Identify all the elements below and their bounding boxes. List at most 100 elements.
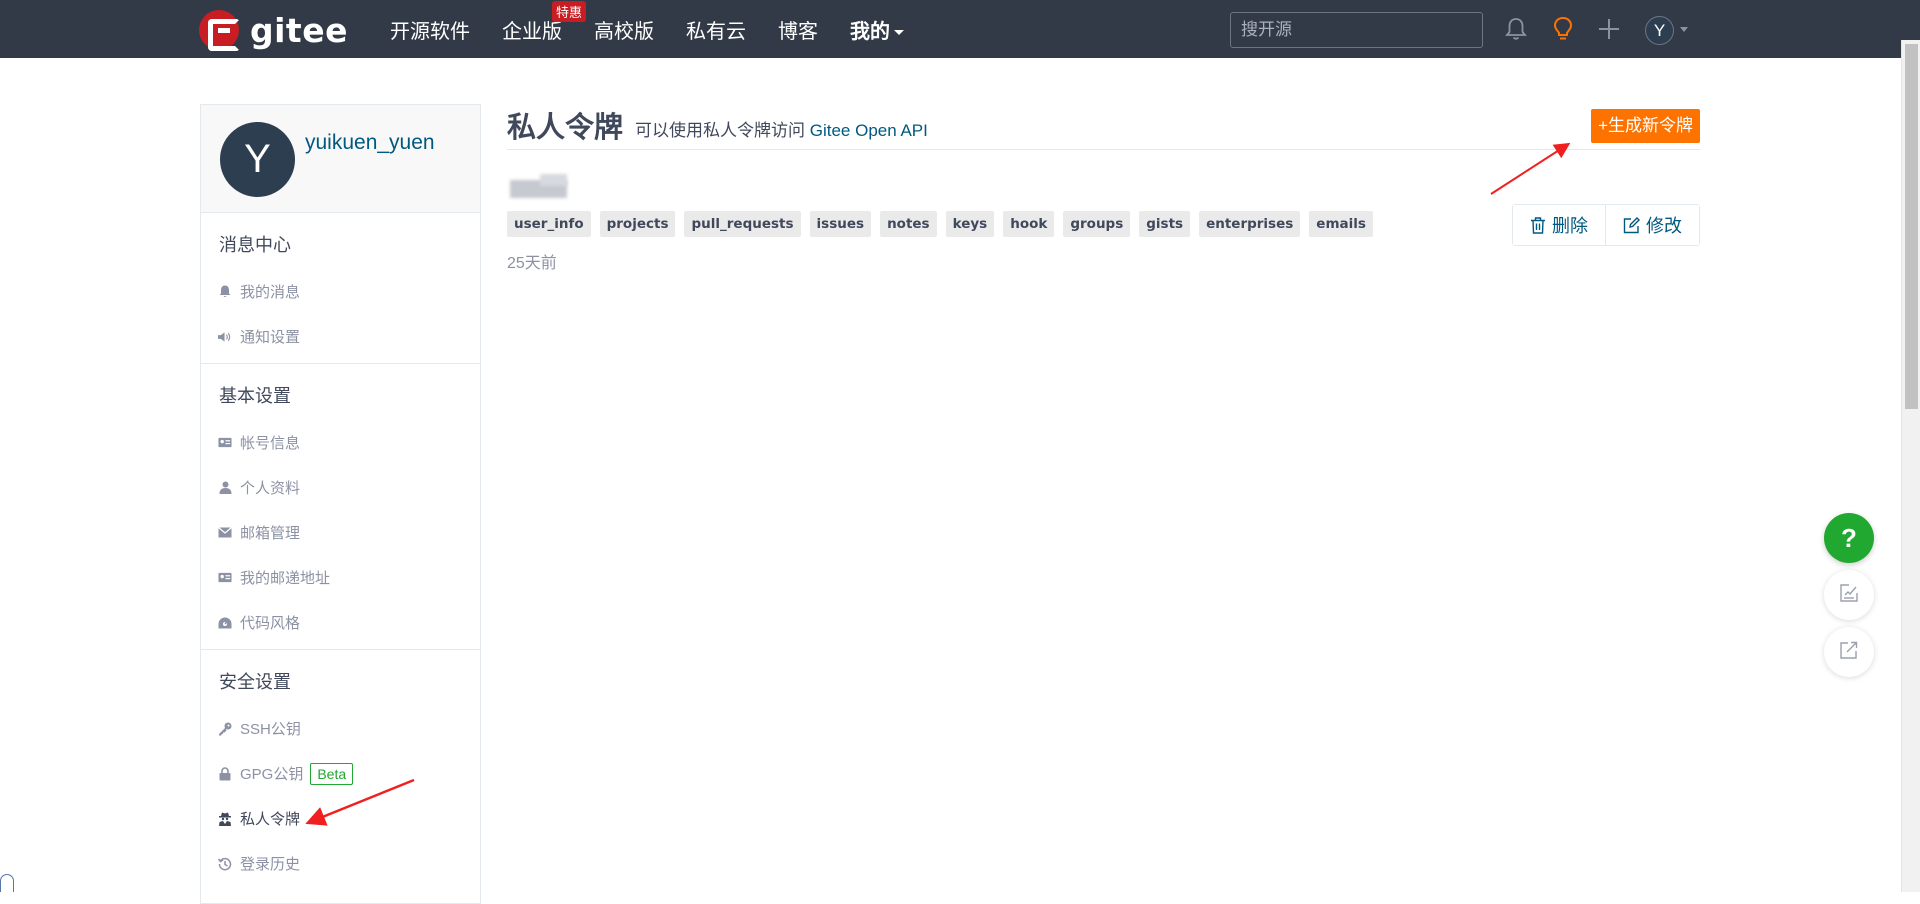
scope-tag: gists: [1139, 211, 1191, 237]
sidebar-item-label: GPG公钥: [240, 766, 304, 783]
open-api-link[interactable]: Gitee Open API: [810, 121, 928, 140]
gitee-logo-icon: [199, 10, 240, 51]
token-created-time: 25天前: [507, 255, 557, 272]
token-scopes: user_info projects pull_requests issues …: [507, 211, 1382, 237]
nav-label: 私有云: [686, 20, 746, 43]
generate-token-button[interactable]: +生成新令牌: [1591, 109, 1700, 143]
sidebar-item-login-history[interactable]: 登录历史: [201, 841, 480, 886]
sidebar-item-label: 帐号信息: [240, 435, 301, 452]
share-button[interactable]: [1824, 627, 1874, 677]
nav-item-education[interactable]: 高校版: [594, 15, 654, 44]
sidebar-item-my-messages[interactable]: 我的消息: [201, 269, 480, 314]
address-card-icon: [218, 571, 232, 585]
redaction-blur: [540, 174, 567, 186]
avatar[interactable]: Y: [220, 122, 295, 197]
nav-label: 博客: [778, 20, 818, 43]
search-input[interactable]: [1230, 12, 1483, 48]
avatar-initial: Y: [1653, 20, 1666, 40]
edit-token-button[interactable]: 修改: [1605, 205, 1699, 245]
nav-label: 企业版: [502, 20, 562, 43]
section-title: 安全设置: [219, 672, 291, 692]
nav-item-open-source[interactable]: 开源软件: [390, 15, 470, 44]
scope-tag: pull_requests: [684, 211, 801, 237]
settings-sidebar: Y yuikuen_yuen 消息中心 我的消息 通知设置 基本设置 帐号信息 …: [200, 104, 481, 904]
edit-icon: [1623, 216, 1640, 234]
subtitle-text: 可以使用私人令牌访问: [635, 121, 805, 140]
beta-badge: Beta: [310, 762, 354, 785]
sidebar-item-label: 通知设置: [240, 329, 301, 346]
scope-tag: projects: [599, 211, 676, 237]
section-title: 消息中心: [219, 235, 291, 255]
lightbulb-icon[interactable]: [1548, 14, 1578, 44]
main-nav: 开源软件 企业版 特惠 高校版 私有云 博客 我的: [390, 0, 936, 58]
bell-icon[interactable]: [1501, 14, 1531, 44]
key-icon: [218, 722, 232, 736]
nav-label: 我的: [850, 20, 890, 43]
sidebar-item-notification-settings[interactable]: 通知设置: [201, 314, 480, 359]
lock-icon: [218, 766, 232, 781]
scope-tag: hook: [1003, 211, 1055, 237]
sidebar-item-profile[interactable]: 个人资料: [201, 465, 480, 510]
delete-token-button[interactable]: 删除: [1513, 205, 1605, 245]
nav-item-enterprise[interactable]: 企业版 特惠: [502, 0, 587, 44]
palette-icon: [218, 616, 232, 630]
user-secret-icon: [218, 812, 232, 826]
id-card-icon: [218, 436, 232, 450]
token-name-redacted: [507, 172, 570, 200]
sidebar-item-label: 我的邮递地址: [240, 570, 331, 587]
gitee-logo[interactable]: gitee: [199, 10, 348, 51]
speaker-icon: [218, 330, 232, 344]
sidebar-item-gpg-keys[interactable]: GPG公钥 Beta: [201, 751, 480, 796]
sidebar-item-email[interactable]: 邮箱管理: [201, 510, 480, 555]
scope-tag: emails: [1309, 211, 1373, 237]
trash-icon: [1530, 216, 1546, 234]
token-actions: 删除 修改: [1512, 204, 1700, 246]
nav-label: 高校版: [594, 20, 654, 43]
sidebar-item-ssh-keys[interactable]: SSH公钥: [201, 706, 480, 751]
username-link[interactable]: yuikuen_yuen: [305, 131, 435, 155]
sidebar-item-label: 登录历史: [240, 856, 301, 873]
scope-tag: enterprises: [1199, 211, 1301, 237]
main-content: 私人令牌 可以使用私人令牌访问 Gitee Open API +生成新令牌 us…: [507, 104, 1700, 272]
promo-badge: 特惠: [552, 0, 587, 22]
user-avatar[interactable]: Y: [1645, 16, 1674, 45]
sidebar-item-label: 我的消息: [240, 284, 301, 301]
feedback-button[interactable]: [1824, 570, 1874, 620]
chevron-down-icon[interactable]: [1680, 27, 1688, 32]
page-scrollbar[interactable]: [1901, 40, 1920, 892]
profile-card: Y yuikuen_yuen: [201, 105, 480, 213]
page-title: 私人令牌: [507, 112, 624, 144]
nav-item-mine[interactable]: 我的: [850, 15, 904, 44]
scope-tag: keys: [945, 211, 995, 237]
button-label: 删除: [1552, 216, 1588, 236]
top-navbar: gitee 开源软件 企业版 特惠 高校版 私有云 博客 我的 Y: [0, 0, 1920, 58]
history-icon: [218, 857, 232, 871]
plus-icon[interactable]: [1594, 14, 1624, 44]
sidebar-item-label: 邮箱管理: [240, 525, 301, 542]
sidebar-item-label: 代码风格: [240, 615, 301, 632]
user-icon: [218, 481, 232, 495]
scrollbar-thumb[interactable]: [1905, 44, 1918, 409]
sidebar-item-postal-address[interactable]: 我的邮递地址: [201, 555, 480, 600]
bell-icon: [218, 285, 232, 299]
share-icon: [1839, 640, 1859, 665]
nav-item-blog[interactable]: 博客: [778, 15, 818, 44]
section-security-settings: 安全设置 SSH公钥 GPG公钥 Beta 私人令牌 登录历史: [201, 650, 480, 890]
section-messages: 消息中心 我的消息 通知设置: [201, 213, 480, 364]
sidebar-item-label: SSH公钥: [240, 721, 301, 738]
scope-tag: issues: [809, 211, 872, 237]
chevron-down-icon: [894, 29, 904, 35]
help-button[interactable]: ?: [1824, 513, 1874, 563]
nav-label: 开源软件: [390, 20, 470, 43]
page-header: 私人令牌 可以使用私人令牌访问 Gitee Open API +生成新令牌: [507, 104, 1700, 150]
corner-fragment: [0, 874, 14, 892]
sidebar-item-label: 个人资料: [240, 480, 301, 497]
sidebar-item-private-tokens[interactable]: 私人令牌: [201, 796, 480, 841]
page-subtitle: 可以使用私人令牌访问 Gitee Open API: [635, 116, 928, 141]
nav-item-private-cloud[interactable]: 私有云: [686, 15, 746, 44]
scope-tag: user_info: [507, 211, 591, 237]
scope-tag: notes: [880, 211, 937, 237]
section-basic-settings: 基本设置 帐号信息 个人资料 邮箱管理 我的邮递地址 代码风格: [201, 364, 480, 650]
sidebar-item-code-style[interactable]: 代码风格: [201, 600, 480, 645]
sidebar-item-account-info[interactable]: 帐号信息: [201, 420, 480, 465]
